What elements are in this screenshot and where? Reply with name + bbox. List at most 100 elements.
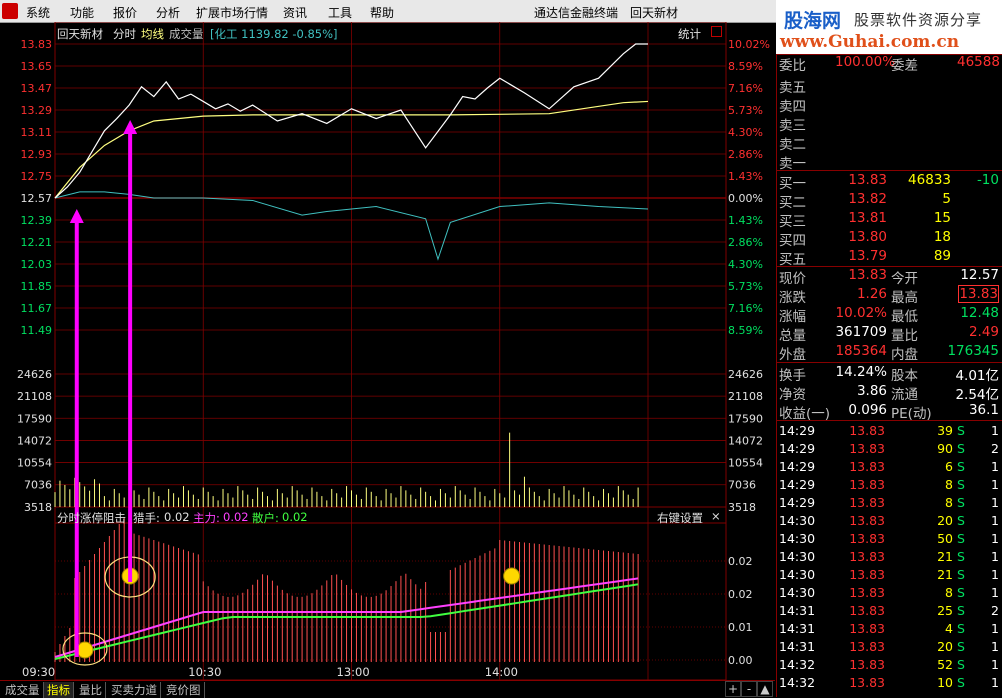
- tick-row: 14:29 13.83 8 S 1: [777, 477, 1002, 496]
- bid-ask-diff-label: 委差: [891, 58, 918, 74]
- tick-count: 1: [991, 585, 999, 600]
- price-tick-label: 12.39: [21, 214, 53, 227]
- pct-tick-label: 10.02%: [728, 38, 770, 51]
- price-tick-label: 12.75: [21, 170, 53, 183]
- tick-row: 14:31 13.83 25 S 2: [777, 603, 1002, 622]
- pct-tick-label: 2.86%: [728, 236, 763, 249]
- stat-value: 185364: [835, 343, 887, 359]
- indicator-tabs: 成交量 指标 量比 买卖力道 竞价图 + - ▲: [0, 680, 775, 698]
- volume-tick-label-right: 7036: [728, 479, 756, 492]
- tab-volume-ratio[interactable]: 量比: [76, 682, 106, 698]
- tick-time: 14:31: [779, 639, 816, 654]
- tick-side: S: [957, 441, 965, 456]
- bid-ask-diff-value: 46588: [957, 54, 1000, 70]
- tick-count: 1: [991, 459, 999, 474]
- window-stock-name: 回天新材: [630, 6, 679, 20]
- tick-side: S: [957, 603, 965, 618]
- tick-price: 13.83: [849, 675, 885, 690]
- bid-level-label: 买二: [779, 195, 806, 211]
- tab-volume[interactable]: 成交量: [2, 682, 44, 698]
- menu-item-system[interactable]: 系统: [26, 4, 50, 21]
- hunter-label: 猎手:: [133, 511, 160, 525]
- tick-row: 14:31 13.83 20 S 1: [777, 639, 1002, 658]
- volume-tick-label: 21108: [17, 390, 52, 403]
- volume-label: 成交量: [169, 27, 204, 41]
- price-tick-label: 11.49: [21, 324, 53, 337]
- stat-row: 外盘 185364 内盘 176345: [777, 343, 1002, 363]
- fundamental-row: 净资 3.86 流通 2.54亿: [777, 383, 1002, 403]
- price-tick-label: 12.57: [21, 192, 53, 205]
- price-tick-label: 12.93: [21, 148, 53, 161]
- fundamental-label: 流通: [891, 387, 918, 403]
- collapse-up-icon[interactable]: ▲: [757, 681, 773, 697]
- right-click-settings[interactable]: 右键设置: [657, 510, 703, 526]
- bid-level-row: 买二 13.82 5: [777, 191, 1002, 211]
- ask-level-row: 卖四: [777, 95, 1002, 115]
- volume-tick-label: 10554: [17, 457, 52, 470]
- stats-box-icon[interactable]: [711, 26, 722, 37]
- tick-row: 14:30 13.83 20 S 1: [777, 513, 1002, 532]
- tick-count: 2: [991, 441, 999, 456]
- tick-count: 1: [991, 657, 999, 672]
- chart-canvas[interactable]: 13.83 10.02% 13.65 8.59% 13.47 7.16% 13.29 5.73…: [0, 21, 775, 681]
- price-tick-label: 13.83: [21, 38, 53, 51]
- tab-buy-sell-force[interactable]: 买卖力道: [108, 682, 161, 698]
- tick-time: 14:29: [779, 477, 816, 492]
- volume-tick-label-right: 3518: [728, 501, 756, 514]
- pct-tick-label: 7.16%: [728, 82, 763, 95]
- fundamental-row: 换手 14.24% 股本 4.01亿: [777, 364, 1002, 384]
- tick-price: 13.83: [849, 621, 885, 636]
- menu-item-help[interactable]: 帮助: [370, 4, 394, 21]
- smiley-signal-icon: [503, 567, 521, 585]
- pct-tick-label: 5.73%: [728, 280, 763, 293]
- menu-item-quote[interactable]: 报价: [113, 4, 137, 21]
- tick-side: S: [957, 513, 965, 528]
- price-tick-label: 13.47: [21, 82, 53, 95]
- tick-volume: 8: [945, 477, 953, 492]
- volume-tick-label-right: 21108: [728, 390, 763, 403]
- brand-slogan: 股票软件资源分享: [854, 11, 983, 29]
- fundamental-value: 14.24%: [835, 364, 887, 380]
- buy-signal-arrow-head: [123, 120, 138, 134]
- bid-level-row: 买一 13.83 46833 -10: [777, 172, 1002, 192]
- menu-item-extended-market[interactable]: 扩展市场行情: [196, 4, 268, 21]
- tick-volume: 10: [937, 675, 953, 690]
- stat-label: 最低: [891, 309, 918, 325]
- zoom-out-button[interactable]: -: [741, 681, 757, 697]
- tab-auction-chart[interactable]: 竞价图: [163, 682, 205, 698]
- tab-indicator[interactable]: 指标: [44, 682, 74, 698]
- zoom-in-button[interactable]: +: [725, 681, 741, 697]
- stat-row: 总量 361709 量比 2.49: [777, 324, 1002, 344]
- stats-button[interactable]: 统计: [678, 26, 701, 42]
- tick-price: 13.83: [849, 441, 885, 456]
- stat-label: 今开: [891, 271, 918, 287]
- tick-count: 1: [991, 567, 999, 582]
- menu-item-analysis[interactable]: 分析: [156, 4, 180, 21]
- time-axis-label: 13:00: [337, 665, 370, 679]
- brand-name: 股海网: [784, 10, 842, 32]
- tick-side: S: [957, 423, 965, 438]
- tick-volume: 4: [945, 621, 953, 636]
- bid-level-price: 13.80: [848, 229, 887, 245]
- stat-row: 现价 13.83 今开 12.57: [777, 267, 1002, 287]
- pct-tick-label: 1.43%: [728, 170, 763, 183]
- bid-level-price: 13.79: [848, 248, 887, 264]
- bid-level-row: 买五 13.79 89: [777, 248, 1002, 268]
- menu-item-tools[interactable]: 工具: [328, 4, 352, 21]
- bid-level-price: 13.82: [848, 191, 887, 207]
- intraday-chart[interactable]: 13.83 10.02% 13.65 8.59% 13.47 7.16% 13.29 5.73…: [0, 21, 775, 681]
- main-force-label: 主力:: [193, 511, 220, 525]
- tick-side: S: [957, 639, 965, 654]
- tick-price: 13.83: [849, 567, 885, 582]
- tick-side: S: [957, 585, 965, 600]
- indicator-close-icon[interactable]: ×: [711, 509, 721, 523]
- stat-label: 外盘: [779, 347, 806, 363]
- app-logo-icon[interactable]: [2, 3, 18, 19]
- retail-label: 散户:: [252, 511, 279, 525]
- bid-level-volume: 89: [933, 248, 951, 264]
- ask-level-label: 卖一: [779, 156, 806, 172]
- stat-row: 涨跌 1.26 最高 13.83: [777, 285, 1002, 306]
- menu-item-news[interactable]: 资讯: [283, 4, 307, 21]
- menu-item-function[interactable]: 功能: [70, 4, 94, 21]
- tick-price: 13.83: [849, 603, 885, 618]
